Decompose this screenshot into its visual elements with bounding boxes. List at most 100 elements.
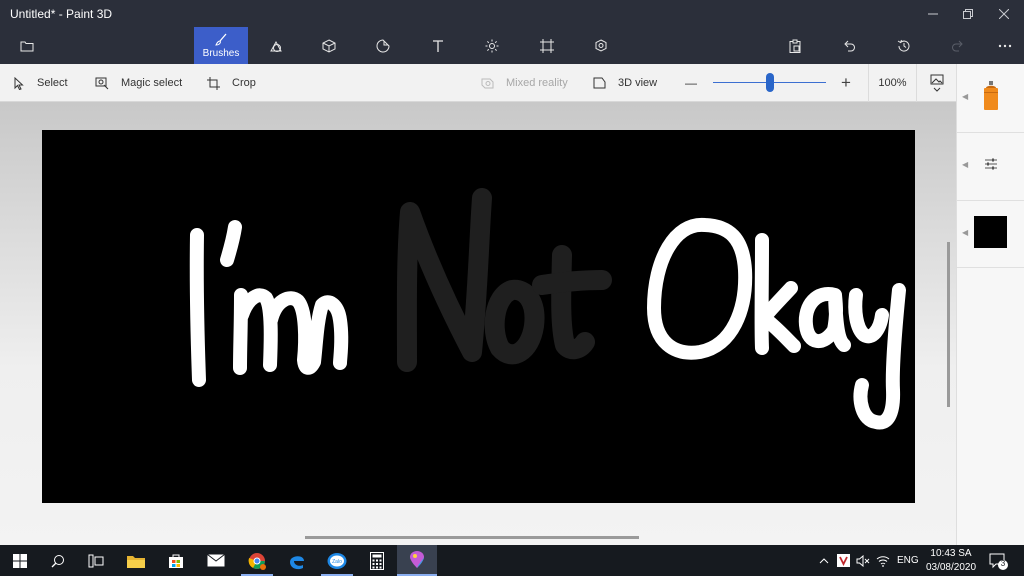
taskbar-calculator[interactable]: [357, 545, 397, 576]
volume-button[interactable]: [856, 545, 870, 576]
taskbar: Zalo ENG 10:43 SA 03/08/2020 3: [0, 545, 1024, 576]
expand-arrow-icon[interactable]: ◀: [962, 228, 968, 237]
tab-3d-shapes[interactable]: [311, 27, 347, 64]
task-view-button[interactable]: [76, 545, 116, 576]
clock-time: 10:43 SA: [930, 548, 972, 559]
taskbar-zalo[interactable]: Zalo: [317, 545, 357, 576]
paint-3d-icon: [410, 550, 424, 568]
panel-divider: [957, 267, 1024, 268]
magic-select-icon: [95, 77, 109, 90]
mail-icon: [207, 554, 225, 567]
3d-cube-icon: [322, 38, 336, 53]
maximize-button[interactable]: [950, 0, 986, 27]
tab-canvas[interactable]: [529, 27, 565, 64]
search-icon: [51, 554, 64, 567]
folder-icon: [20, 41, 34, 51]
clock[interactable]: 10:43 SA 03/08/2020: [918, 547, 984, 575]
settings-button[interactable]: [984, 157, 998, 176]
tray-app-v[interactable]: [837, 545, 850, 576]
taskbar-store[interactable]: [156, 545, 196, 576]
3d-view-button[interactable]: 3D view: [593, 64, 657, 102]
folder-icon: [127, 555, 145, 568]
close-button[interactable]: [986, 0, 1022, 27]
v-app-icon: [837, 554, 850, 567]
word-okay-strokes: [647, 217, 906, 430]
crop-label: Crop: [232, 77, 256, 89]
redo-button[interactable]: [940, 27, 976, 64]
undo-button[interactable]: [831, 27, 867, 64]
show-hidden-icons-button[interactable]: [819, 545, 829, 576]
drawing-canvas[interactable]: [42, 130, 915, 503]
taskbar-chrome[interactable]: [237, 545, 277, 576]
zoom-slider-thumb[interactable]: [765, 73, 774, 92]
taskbar-paint-3d[interactable]: [397, 545, 437, 576]
cursor-icon: [13, 76, 25, 90]
more-options-button[interactable]: [987, 27, 1023, 64]
sliders-icon: [985, 158, 997, 170]
effects-sun-icon: [485, 39, 499, 52]
zoom-value[interactable]: 100%: [868, 64, 917, 102]
redo-icon: [952, 40, 963, 51]
canvas-icon: [540, 38, 554, 53]
paste-icon: [789, 39, 801, 53]
task-view-icon: [88, 554, 104, 567]
language-label: ENG: [897, 555, 919, 566]
chrome-icon: [248, 552, 266, 570]
text-icon: [433, 39, 443, 52]
tab-stickers[interactable]: [365, 27, 401, 64]
workspace: [0, 102, 956, 545]
notification-count: 3: [1000, 559, 1006, 568]
expand-arrow-icon[interactable]: ◀: [962, 160, 968, 169]
expand-arrow-icon[interactable]: ◀: [962, 92, 968, 101]
taskbar-mail[interactable]: [196, 545, 236, 576]
tab-effects[interactable]: [474, 27, 510, 64]
zoom-out-button[interactable]: —: [685, 64, 697, 102]
command-bar: Select Magic select Crop Mixed reality 3…: [0, 64, 956, 102]
panel-divider: [957, 200, 1024, 201]
horizontal-scrollbar[interactable]: [305, 536, 639, 539]
select-button[interactable]: Select: [13, 64, 68, 102]
zoom-out-symbol: —: [685, 76, 697, 90]
word-not-strokes: [396, 188, 612, 372]
side-panel: ◀ ◀ ◀: [956, 64, 1024, 545]
tab-2d-shapes[interactable]: [257, 27, 293, 64]
search-button[interactable]: [38, 545, 78, 576]
language-indicator[interactable]: ENG: [897, 545, 919, 576]
action-center-button[interactable]: 3: [988, 545, 1010, 576]
undo-icon: [844, 40, 855, 51]
tab-text[interactable]: [420, 27, 456, 64]
minimize-button[interactable]: [915, 0, 951, 27]
tab-3d-library[interactable]: [583, 27, 619, 64]
current-color-swatch[interactable]: [974, 216, 1007, 248]
calculator-icon: [370, 551, 384, 570]
menu-button[interactable]: [9, 27, 45, 64]
sticker-icon: [376, 38, 390, 52]
brush-icon: [215, 33, 227, 46]
history-button[interactable]: [886, 27, 922, 64]
title-bar: Untitled* - Paint 3D: [0, 0, 1024, 27]
vertical-scrollbar[interactable]: [947, 242, 950, 407]
3d-view-label: 3D view: [618, 77, 658, 89]
taskbar-file-explorer[interactable]: [116, 545, 156, 576]
select-label: Select: [37, 77, 68, 89]
tab-brushes[interactable]: Brushes: [194, 27, 248, 64]
magic-select-button[interactable]: Magic select: [95, 64, 182, 102]
crop-button[interactable]: Crop: [207, 64, 256, 102]
paste-button[interactable]: [777, 27, 813, 64]
image-view-icon: [930, 74, 944, 92]
ribbon: Brushes: [0, 27, 1024, 64]
magic-select-label: Magic select: [121, 77, 183, 89]
close-icon: [999, 8, 1009, 19]
network-button[interactable]: [876, 545, 890, 576]
window-title: Untitled* - Paint 3D: [10, 7, 113, 21]
spray-can-tool[interactable]: [981, 80, 1001, 117]
handwriting-drawing: [189, 188, 906, 430]
mixed-reality-button[interactable]: Mixed reality: [481, 64, 568, 102]
store-bag-icon: [169, 554, 183, 568]
start-button[interactable]: [0, 545, 40, 576]
chevron-up-icon: [819, 557, 829, 563]
mixed-reality-icon: [481, 77, 494, 89]
zoom-in-button[interactable]: +: [841, 64, 851, 102]
view-options-button[interactable]: [930, 64, 944, 102]
taskbar-edge[interactable]: [277, 545, 317, 576]
